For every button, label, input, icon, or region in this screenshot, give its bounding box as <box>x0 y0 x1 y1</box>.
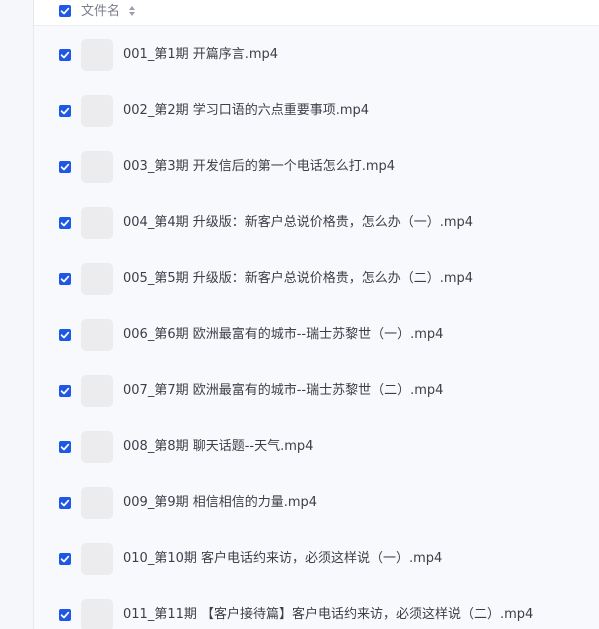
file-row[interactable]: 010_第10期 客户电话约来访，必须这样说（一）.mp4 <box>34 531 599 587</box>
file-checkbox[interactable] <box>59 217 71 229</box>
file-name[interactable]: 003_第3期 开发信后的第一个电话怎么打.mp4 <box>123 158 395 176</box>
sort-icon[interactable] <box>128 5 136 17</box>
checkmark-icon <box>60 611 70 619</box>
file-row[interactable]: 004_第4期 升级版：新客户总说价格贵，怎么办（一）.mp4 <box>34 195 599 251</box>
file-checkbox[interactable] <box>59 553 71 565</box>
file-thumbnail[interactable] <box>81 95 113 127</box>
file-thumbnail[interactable] <box>81 599 113 629</box>
select-all-checkbox[interactable] <box>59 5 71 17</box>
file-checkbox[interactable] <box>59 497 71 509</box>
file-row[interactable]: 007_第7期 欧洲最富有的城市--瑞士苏黎世（二）.mp4 <box>34 363 599 419</box>
file-row[interactable]: 006_第6期 欧洲最富有的城市--瑞士苏黎世（一）.mp4 <box>34 307 599 363</box>
file-row[interactable]: 001_第1期 开篇序言.mp4 <box>34 27 599 83</box>
file-rows: 001_第1期 开篇序言.mp4 002_第2期 学习口语的六点重要事项.mp4 0… <box>34 27 599 629</box>
file-list-page: 文件名 001_第1期 开篇序言.mp4 002_第2期 学习口语的六点重要事项.… <box>0 0 599 629</box>
file-checkbox[interactable] <box>59 609 71 621</box>
column-header-filename[interactable]: 文件名 <box>81 3 120 20</box>
file-thumbnail[interactable] <box>81 487 113 519</box>
file-name[interactable]: 008_第8期 聊天话题--天气.mp4 <box>123 438 313 456</box>
file-checkbox[interactable] <box>59 441 71 453</box>
checkmark-icon <box>60 387 70 395</box>
checkmark-icon <box>60 163 70 171</box>
checkmark-icon <box>60 443 70 451</box>
file-name[interactable]: 007_第7期 欧洲最富有的城市--瑞士苏黎世（二）.mp4 <box>123 382 443 400</box>
file-name[interactable]: 004_第4期 升级版：新客户总说价格贵，怎么办（一）.mp4 <box>123 214 473 232</box>
left-rail <box>0 0 34 629</box>
checkmark-icon <box>60 499 70 507</box>
checkmark-icon <box>60 219 70 227</box>
file-thumbnail[interactable] <box>81 207 113 239</box>
file-row[interactable]: 008_第8期 聊天话题--天气.mp4 <box>34 419 599 475</box>
checkmark-icon <box>60 555 70 563</box>
file-row[interactable]: 005_第5期 升级版：新客户总说价格贵，怎么办（二）.mp4 <box>34 251 599 307</box>
file-row[interactable]: 009_第9期 相信相信的力量.mp4 <box>34 475 599 531</box>
file-row[interactable]: 011_第11期 【客户接待篇】客户电话约来访，必须这样说（二）.mp4 <box>34 587 599 629</box>
file-thumbnail[interactable] <box>81 39 113 71</box>
file-checkbox[interactable] <box>59 385 71 397</box>
file-thumbnail[interactable] <box>81 151 113 183</box>
file-checkbox[interactable] <box>59 273 71 285</box>
checkmark-icon <box>60 107 70 115</box>
file-checkbox[interactable] <box>59 49 71 61</box>
file-name[interactable]: 010_第10期 客户电话约来访，必须这样说（一）.mp4 <box>123 550 442 568</box>
file-row[interactable]: 002_第2期 学习口语的六点重要事项.mp4 <box>34 83 599 139</box>
file-name[interactable]: 005_第5期 升级版：新客户总说价格贵，怎么办（二）.mp4 <box>123 270 473 288</box>
file-thumbnail[interactable] <box>81 543 113 575</box>
file-checkbox[interactable] <box>59 105 71 117</box>
file-row[interactable]: 003_第3期 开发信后的第一个电话怎么打.mp4 <box>34 139 599 195</box>
list-header: 文件名 <box>34 0 599 26</box>
file-thumbnail[interactable] <box>81 375 113 407</box>
file-checkbox[interactable] <box>59 329 71 341</box>
file-name[interactable]: 001_第1期 开篇序言.mp4 <box>123 46 278 64</box>
file-checkbox[interactable] <box>59 161 71 173</box>
checkmark-icon <box>60 331 70 339</box>
file-list: 文件名 001_第1期 开篇序言.mp4 002_第2期 学习口语的六点重要事项.… <box>34 0 599 629</box>
file-name[interactable]: 009_第9期 相信相信的力量.mp4 <box>123 494 317 512</box>
checkmark-icon <box>60 7 70 15</box>
file-thumbnail[interactable] <box>81 319 113 351</box>
file-name[interactable]: 006_第6期 欧洲最富有的城市--瑞士苏黎世（一）.mp4 <box>123 326 443 344</box>
checkmark-icon <box>60 51 70 59</box>
file-name[interactable]: 002_第2期 学习口语的六点重要事项.mp4 <box>123 102 369 120</box>
file-thumbnail[interactable] <box>81 263 113 295</box>
file-name[interactable]: 011_第11期 【客户接待篇】客户电话约来访，必须这样说（二）.mp4 <box>123 606 533 624</box>
file-thumbnail[interactable] <box>81 431 113 463</box>
checkmark-icon <box>60 275 70 283</box>
